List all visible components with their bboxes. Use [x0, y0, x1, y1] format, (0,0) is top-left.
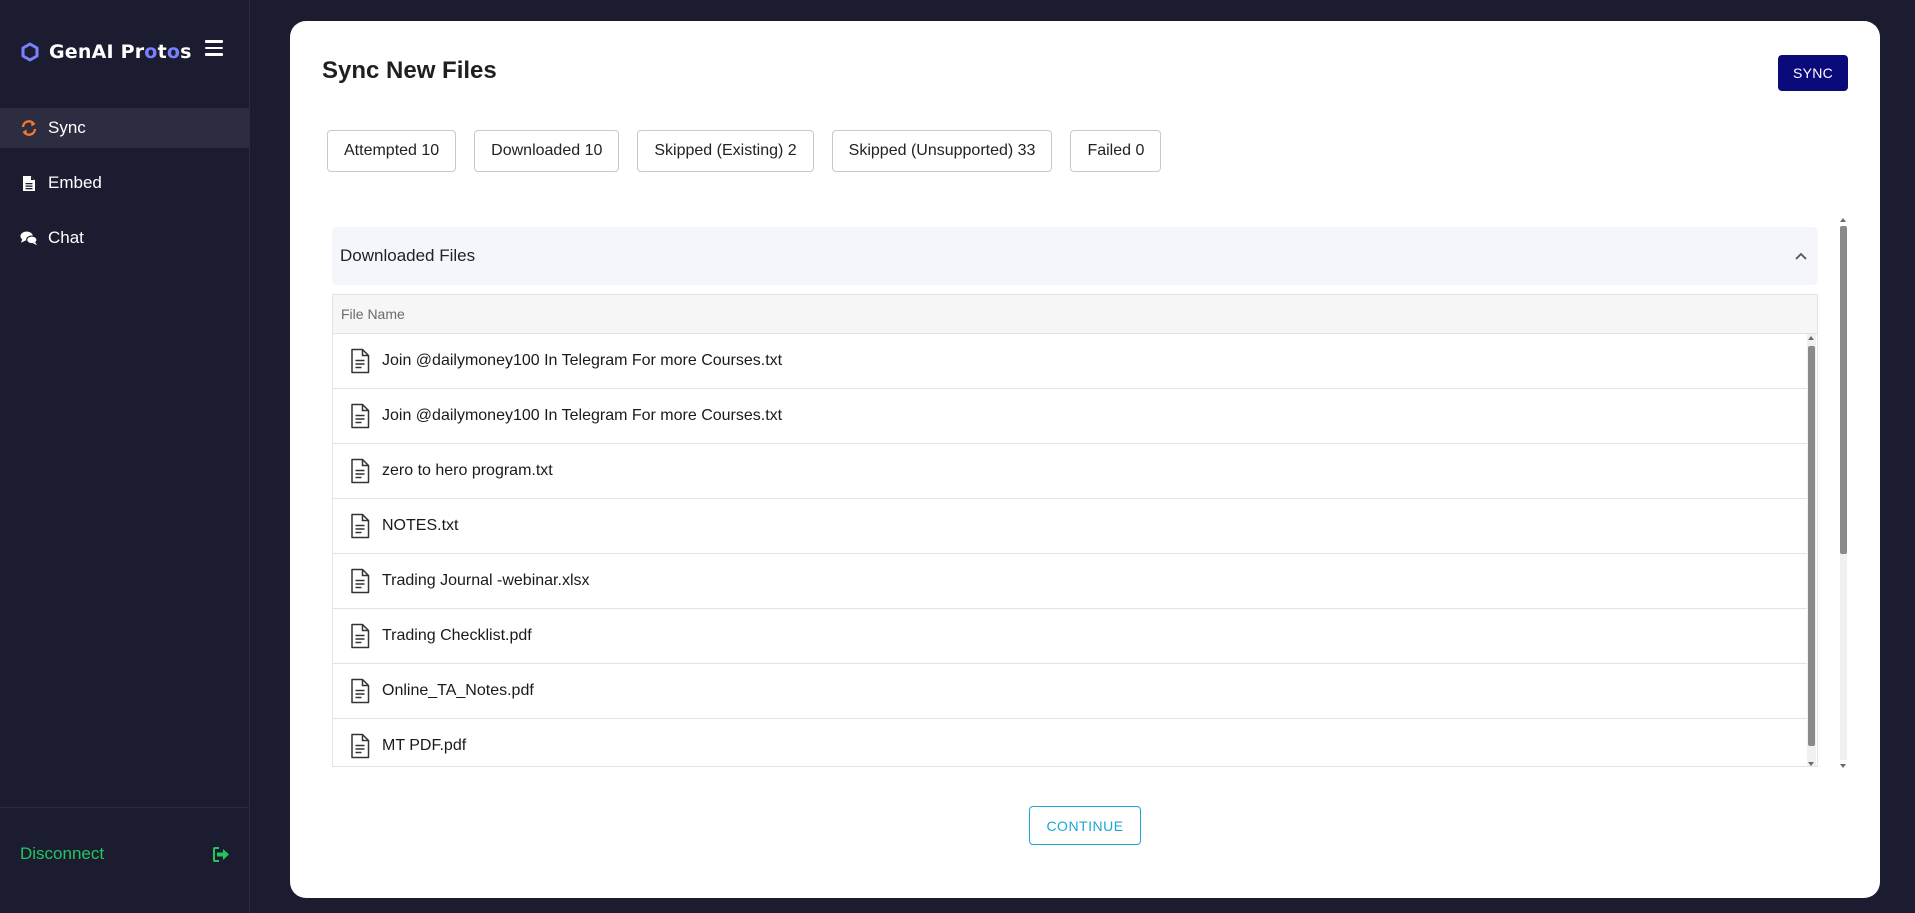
document-icon — [351, 678, 370, 704]
document-icon — [351, 513, 370, 539]
disconnect-label: Disconnect — [20, 844, 105, 863]
document-icon — [351, 623, 370, 649]
document-icon — [351, 458, 370, 484]
table-row[interactable]: zero to hero program.txt — [333, 444, 1807, 499]
accordion-title: Downloaded Files — [340, 246, 476, 265]
main-panel: Sync New Files SYNC Attempted 10 Downloa… — [290, 21, 1880, 898]
stat-skipped-unsupported: Skipped (Unsupported) 33 — [831, 130, 1053, 172]
file-name: NOTES.txt — [382, 517, 459, 534]
sidebar-item-label: Embed — [48, 173, 102, 192]
disconnect-button[interactable]: Disconnect — [20, 844, 230, 864]
continue-button[interactable]: CONTINUE — [1029, 806, 1141, 845]
sync-stats: Attempted 10 Downloaded 10 Skipped (Exis… — [327, 130, 1179, 172]
stat-skipped-existing: Skipped (Existing) 2 — [637, 130, 814, 172]
document-icon — [351, 733, 370, 759]
hamburger-menu-icon[interactable] — [205, 40, 223, 58]
stat-attempted: Attempted 10 — [327, 130, 457, 172]
file-name: Trading Journal -webinar.xlsx — [382, 572, 590, 589]
sidebar-footer: Disconnect — [0, 807, 250, 913]
file-name: Online_TA_Notes.pdf — [382, 682, 534, 699]
sidebar-item-embed[interactable]: Embed — [0, 163, 250, 203]
scroll-up-arrow-icon[interactable] — [1808, 336, 1814, 340]
downloaded-files-accordion: Downloaded Files File Name Join @dailymo… — [332, 227, 1818, 767]
sidebar-item-label: Sync — [48, 118, 86, 137]
table-row[interactable]: Trading Checklist.pdf — [333, 609, 1807, 664]
file-icon — [20, 174, 38, 192]
stat-failed: Failed 0 — [1070, 130, 1162, 172]
sidebar: GenAI Protos Sync Embed Chat Disconnect — [0, 0, 250, 913]
file-name: Join @dailymoney100 In Telegram For more… — [382, 352, 783, 369]
sign-out-icon — [213, 846, 229, 862]
scrollbar-thumb[interactable] — [1808, 346, 1815, 746]
table-row[interactable]: Join @dailymoney100 In Telegram For more… — [333, 334, 1807, 389]
document-icon — [351, 403, 370, 429]
sidebar-item-chat[interactable]: Chat — [0, 218, 250, 258]
document-icon — [351, 568, 370, 594]
scroll-down-arrow-icon[interactable] — [1840, 764, 1846, 768]
sidebar-item-label: Chat — [48, 228, 84, 247]
table-row[interactable]: Online_TA_Notes.pdf — [333, 664, 1807, 719]
sync-button[interactable]: SYNC — [1778, 55, 1848, 91]
panel-scrollbar[interactable] — [1838, 218, 1848, 768]
chat-icon — [20, 229, 38, 247]
logo-icon — [21, 42, 39, 62]
page-title: Sync New Files — [322, 57, 497, 84]
chevron-up-icon[interactable] — [1794, 251, 1808, 261]
accordion-header[interactable]: Downloaded Files — [332, 227, 1818, 285]
table-row[interactable]: NOTES.txt — [333, 499, 1807, 554]
file-name: MT PDF.pdf — [382, 737, 467, 754]
stat-downloaded: Downloaded 10 — [474, 130, 620, 172]
table-row[interactable]: Trading Journal -webinar.xlsx — [333, 554, 1807, 609]
column-header-file-name: File Name — [333, 295, 1817, 334]
files-table: File Name Join @dailymoney100 In Telegra… — [332, 294, 1818, 767]
sidebar-nav: Sync Embed Chat — [0, 108, 250, 273]
file-name: Join @dailymoney100 In Telegram For more… — [382, 407, 783, 424]
table-row[interactable]: MT PDF.pdf — [333, 719, 1807, 766]
scroll-down-arrow-icon[interactable] — [1808, 762, 1814, 766]
sidebar-item-sync[interactable]: Sync — [0, 108, 250, 148]
files-list: Join @dailymoney100 In Telegram For more… — [333, 334, 1807, 766]
brand: GenAI Protos — [20, 38, 192, 66]
document-icon — [351, 348, 370, 374]
file-name: zero to hero program.txt — [382, 462, 553, 479]
table-row[interactable]: Join @dailymoney100 In Telegram For more… — [333, 389, 1807, 444]
scroll-up-arrow-icon[interactable] — [1840, 218, 1846, 222]
files-list-scrollbar[interactable] — [1807, 334, 1816, 766]
scrollbar-thumb[interactable] — [1840, 226, 1847, 554]
file-name: Trading Checklist.pdf — [382, 627, 532, 644]
sync-icon — [20, 119, 38, 137]
brand-name: GenAI Protos — [49, 41, 192, 63]
